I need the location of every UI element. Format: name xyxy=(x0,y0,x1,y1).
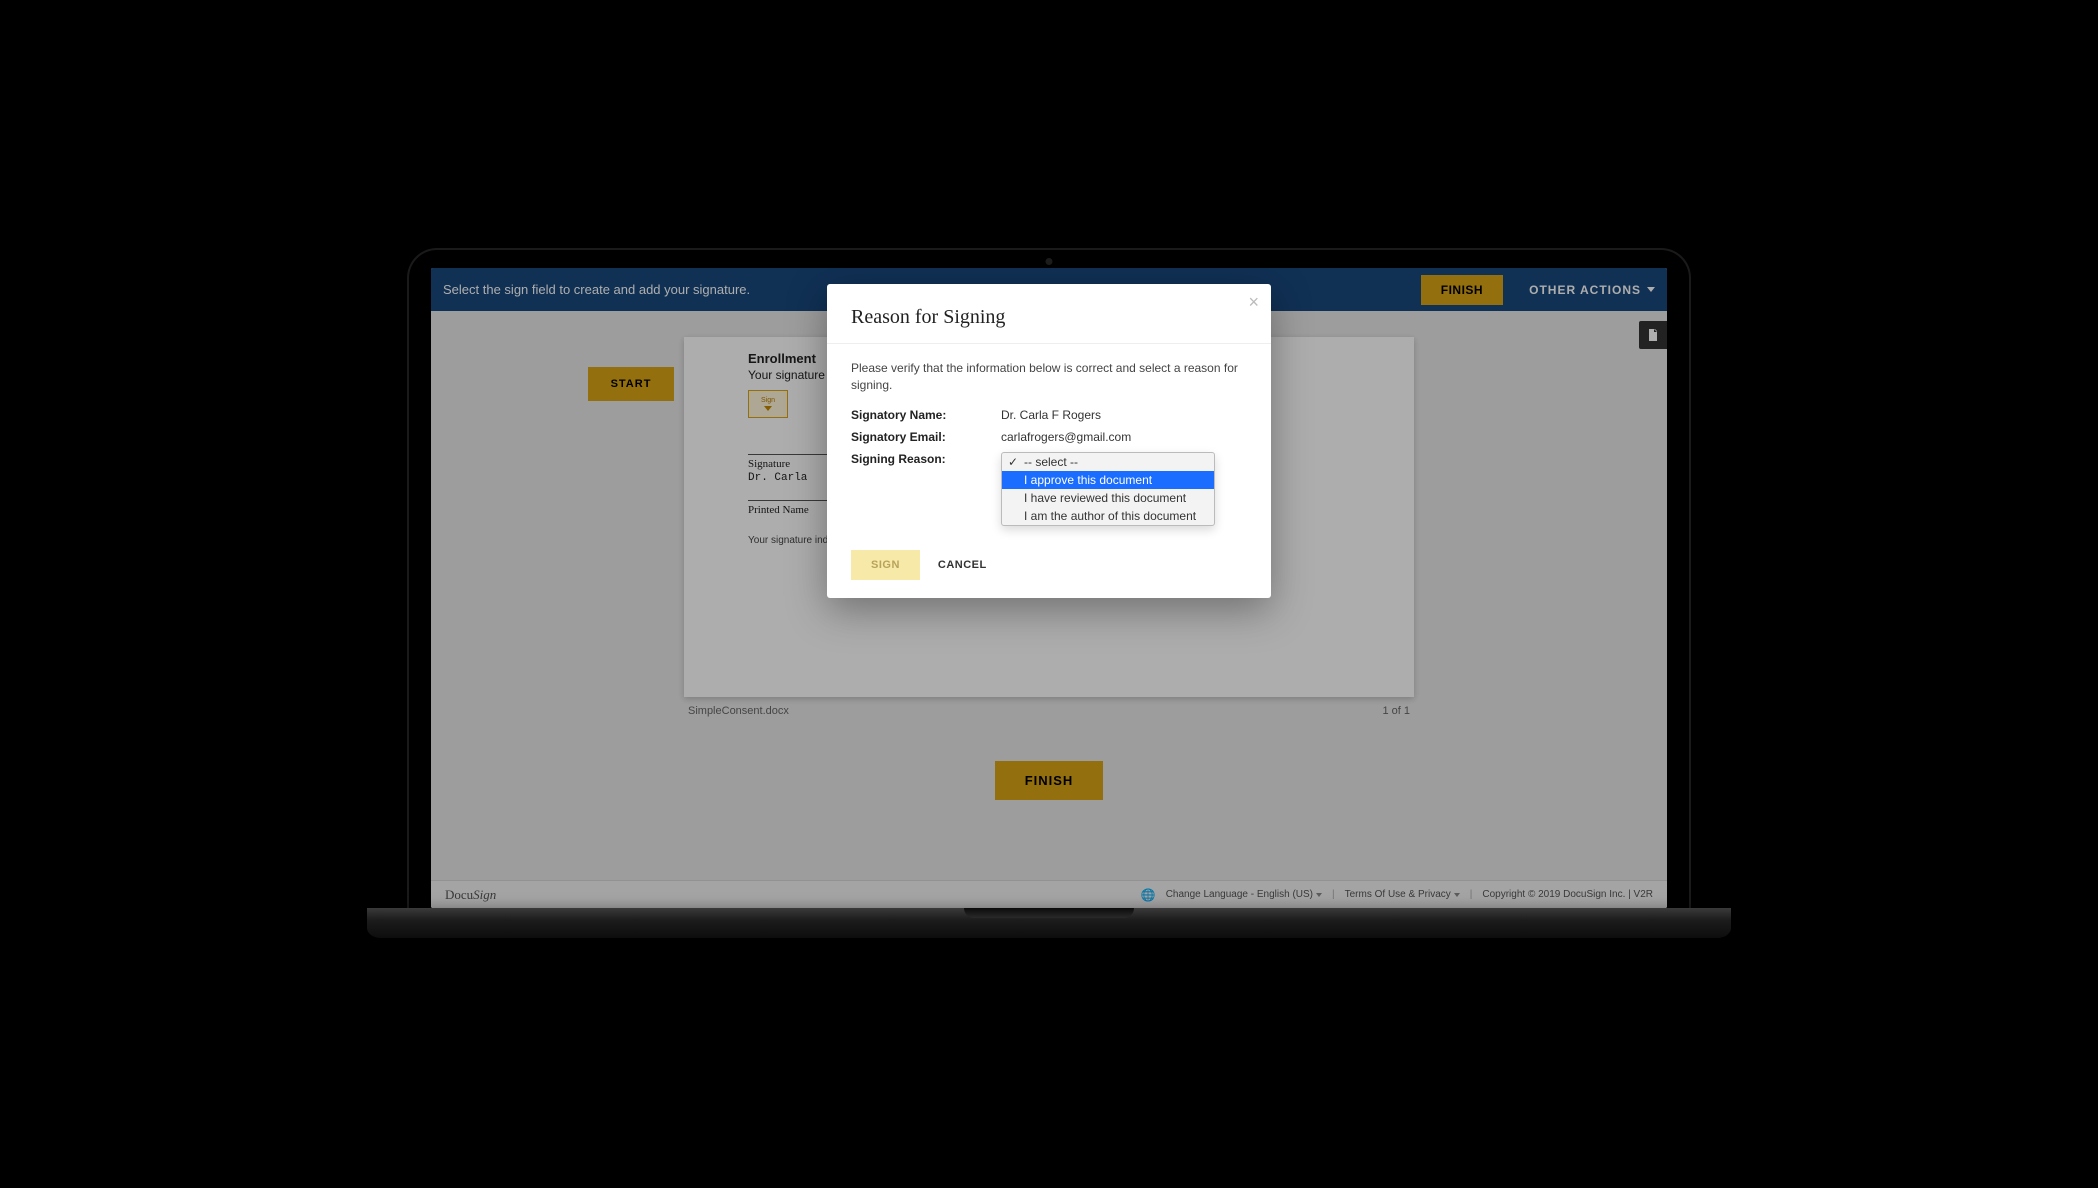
modal-title: Reason for Signing xyxy=(827,284,1271,344)
modal-instruction: Please verify that the information below… xyxy=(851,360,1247,394)
close-icon[interactable]: × xyxy=(1248,292,1259,313)
signatory-email-value: carlafrogers@gmail.com xyxy=(1001,430,1247,444)
reason-option-placeholder[interactable]: -- select -- xyxy=(1002,453,1214,471)
laptop-frame: Select the sign field to create and add … xyxy=(409,250,1689,908)
signing-reason-dropdown-open: -- select -- I approve this document I h… xyxy=(1001,452,1215,526)
signing-reason-select[interactable]: -- select -- I approve this document I h… xyxy=(1001,452,1247,526)
laptop-mockup: Select the sign field to create and add … xyxy=(409,250,1689,938)
signatory-name-row: Signatory Name: Dr. Carla F Rogers xyxy=(851,408,1247,422)
signatory-email-row: Signatory Email: carlafrogers@gmail.com xyxy=(851,430,1247,444)
modal-actions: SIGN CANCEL xyxy=(827,540,1271,598)
modal-body: Please verify that the information below… xyxy=(827,344,1271,540)
camera-dot xyxy=(1046,258,1053,265)
reason-option-reviewed[interactable]: I have reviewed this document xyxy=(1002,489,1214,507)
signatory-email-label: Signatory Email: xyxy=(851,430,1001,444)
laptop-base xyxy=(367,908,1731,938)
signatory-name-value: Dr. Carla F Rogers xyxy=(1001,408,1247,422)
signing-reason-label: Signing Reason: xyxy=(851,452,1001,466)
signatory-name-label: Signatory Name: xyxy=(851,408,1001,422)
screen: Select the sign field to create and add … xyxy=(431,268,1667,908)
reason-option-approve[interactable]: I approve this document xyxy=(1002,471,1214,489)
sign-button[interactable]: SIGN xyxy=(851,550,920,580)
signing-reason-row: Signing Reason: -- select -- I approve t… xyxy=(851,452,1247,526)
reason-option-author[interactable]: I am the author of this document xyxy=(1002,507,1214,525)
docusign-app: Select the sign field to create and add … xyxy=(431,268,1667,908)
cancel-button[interactable]: CANCEL xyxy=(938,559,987,571)
reason-for-signing-modal: × Reason for Signing Please verify that … xyxy=(827,284,1271,598)
